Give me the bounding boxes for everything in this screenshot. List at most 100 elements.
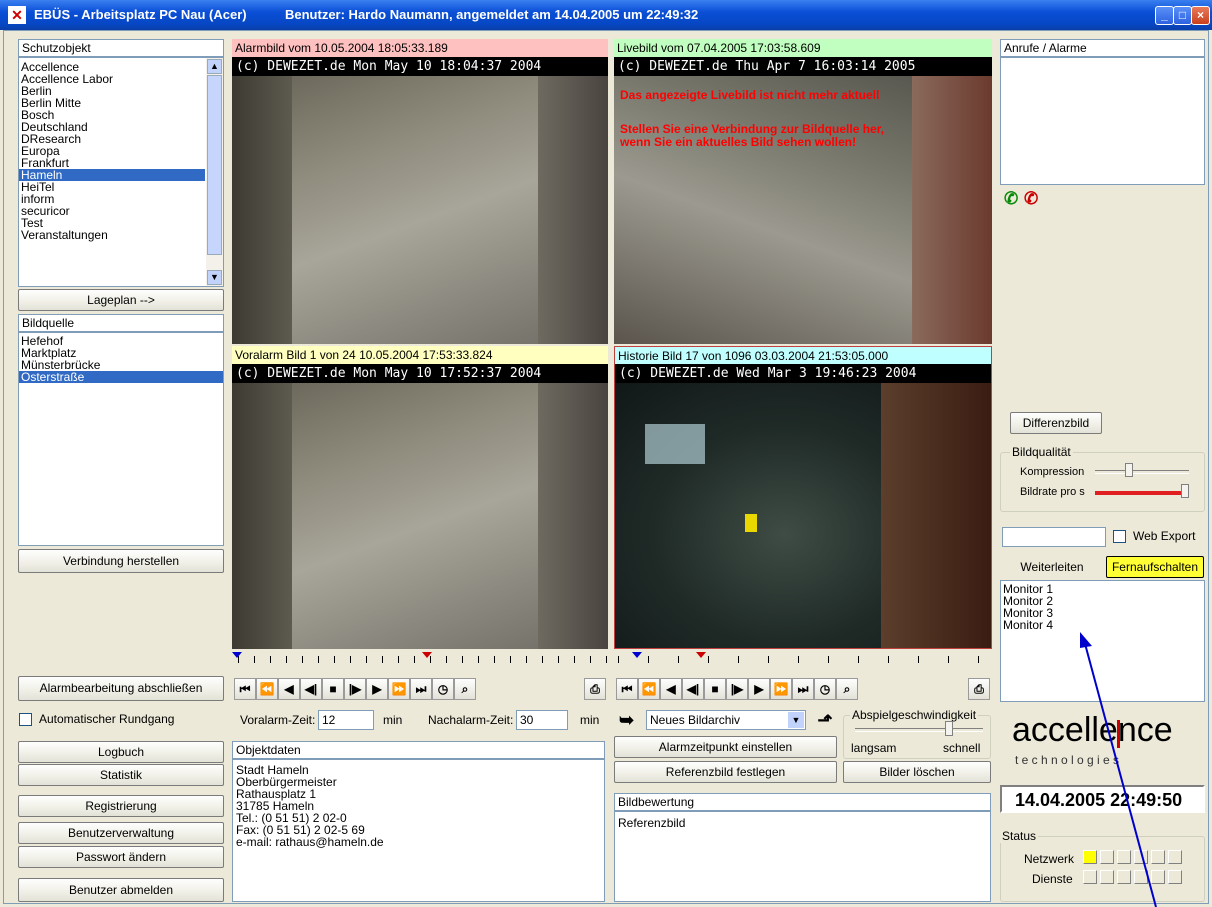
alarmzeitpunkt-button[interactable]: Alarmzeitpunkt einstellen (614, 736, 837, 758)
auto-rundgang-label: Automatischer Rundgang (39, 712, 175, 726)
alarm-camera-title: Alarmbild vom 10.05.2004 18:05:33.189 (232, 39, 608, 57)
nachalarm-label: Nachalarm-Zeit: (428, 713, 514, 727)
chevron-down-icon[interactable]: ▼ (788, 712, 804, 728)
prev-frame-icon[interactable]: ◀| (682, 678, 704, 700)
prev-frame-icon[interactable]: ◀| (300, 678, 322, 700)
alarm-camera-stamp: (c) DEWEZET.de Mon May 10 18:04:37 2004 (232, 57, 608, 76)
speed-slider-thumb[interactable] (945, 721, 953, 736)
fast-rewind-icon[interactable]: ⏪ (638, 678, 660, 700)
title-bar[interactable]: ✕ EBÜS - Arbeitsplatz PC Nau (Acer) Benu… (0, 0, 1212, 30)
kompression-slider-track[interactable] (1095, 470, 1189, 474)
building-right (912, 76, 992, 344)
speed-slider-track[interactable] (855, 728, 983, 732)
bilder-loeschen-button[interactable]: Bilder löschen (843, 761, 991, 783)
registrierung-button[interactable]: Registrierung (18, 795, 224, 817)
abmelden-button[interactable]: Benutzer abmelden (18, 878, 224, 902)
kompression-slider-thumb[interactable] (1125, 463, 1133, 477)
schutzobjekt-item[interactable]: Veranstaltungen (19, 229, 205, 241)
voralarm-input[interactable]: 12 (318, 710, 374, 730)
live-camera-stamp: (c) DEWEZET.de Thu Apr 7 16:03:14 2005 (614, 57, 992, 76)
fast-rewind-icon[interactable]: ⏪ (256, 678, 278, 700)
auto-rundgang-checkbox[interactable] (19, 713, 32, 726)
fast-forward-icon[interactable]: ⏩ (770, 678, 792, 700)
binoculars-icon[interactable]: ⌕ (454, 678, 476, 700)
clock-icon[interactable]: ◷ (432, 678, 454, 700)
annotation-arrow (1080, 632, 1157, 907)
differenzbild-button[interactable]: Differenzbild (1010, 412, 1102, 434)
objektdaten-text: Stadt Hameln Oberbürgermeister Rathausplat… (232, 759, 605, 902)
clock-icon[interactable]: ◷ (814, 678, 836, 700)
schutzobjekt-list[interactable]: Accellence Accellence Labor Berlin Berlin M… (18, 57, 224, 287)
archive-select[interactable]: Neues Bildarchiv ▼ (646, 710, 806, 730)
first-icon[interactable]: ⏮ (616, 678, 638, 700)
stop-icon[interactable]: ■ (704, 678, 726, 700)
anrufe-list[interactable] (1000, 57, 1205, 185)
verbindung-button[interactable]: Verbindung herstellen (18, 549, 224, 573)
play-icon[interactable]: ▶ (366, 678, 388, 700)
nachalarm-input[interactable]: 30 (516, 710, 568, 730)
app-icon: ✕ (8, 6, 26, 24)
building-right (538, 383, 608, 649)
referenzbild-button[interactable]: Referenzbild festlegen (614, 761, 837, 783)
live-warning-1: Das angezeigte Livebild ist nicht mehr a… (620, 88, 880, 102)
web-export-input[interactable] (1002, 527, 1106, 547)
speed-group-label: Abspielgeschwindigkeit (850, 708, 979, 722)
next-frame-icon[interactable]: |▶ (726, 678, 748, 700)
benutzerverwaltung-button[interactable]: Benutzerverwaltung (18, 822, 224, 844)
kompression-label: Kompression (1020, 466, 1085, 478)
first-icon[interactable]: ⏮ (234, 678, 256, 700)
fernaufschalten-button[interactable]: Fernaufschalten (1106, 556, 1204, 578)
bildrate-slider-thumb[interactable] (1181, 484, 1189, 498)
bildbewertung-field[interactable]: Referenzbild (614, 811, 991, 902)
objektdaten-line: e-mail: rathaus@hameln.de (236, 835, 384, 849)
statistik-button[interactable]: Statistik (18, 764, 224, 786)
schutzobjekt-item[interactable]: securicor (19, 205, 205, 217)
alarm-abschliessen-button[interactable]: Alarmbearbeitung abschließen (18, 676, 224, 701)
scroll-thumb[interactable] (207, 75, 222, 255)
bildquelle-header: Bildquelle (18, 314, 224, 332)
building-left (232, 383, 292, 649)
minimize-button[interactable]: _ (1155, 6, 1174, 25)
web-export-checkbox[interactable] (1113, 530, 1126, 543)
alarm-camera-image[interactable]: (c) DEWEZET.de Mon May 10 18:04:37 2004 (232, 57, 608, 344)
web-export-label: Web Export (1133, 529, 1196, 543)
list-scrollbar[interactable]: ▲ ▼ (206, 58, 223, 286)
timeline-alarm-marker (422, 652, 432, 658)
lageplan-button[interactable]: Lageplan --> (18, 289, 224, 311)
scroll-down-icon[interactable]: ▼ (207, 270, 222, 285)
speed-fast-label: schnell (943, 741, 981, 755)
scroll-up-icon[interactable]: ▲ (207, 59, 222, 74)
shop-light (645, 424, 705, 464)
voralarm-timeline[interactable] (232, 652, 608, 666)
voralarm-camera-image[interactable]: (c) DEWEZET.de Mon May 10 17:52:37 2004 (232, 364, 608, 649)
print-icon[interactable]: ⎙ (584, 678, 606, 700)
archive-up-arrow-icon[interactable]: ⬏ (812, 709, 838, 731)
objektdaten-header: Objektdaten (232, 741, 605, 759)
hangup-call-icon[interactable]: ✆ (1024, 190, 1042, 208)
accept-call-icon[interactable]: ✆ (1004, 190, 1022, 208)
speed-slow-label: langsam (851, 741, 897, 755)
live-camera-image[interactable]: (c) DEWEZET.de Thu Apr 7 16:03:14 2005 D… (614, 57, 992, 344)
last-icon[interactable]: ⏭ (410, 678, 432, 700)
historie-camera-image[interactable]: (c) DEWEZET.de Wed Mar 3 19:46:23 2004 (614, 364, 992, 649)
step-back-icon[interactable]: ◀ (660, 678, 682, 700)
fast-forward-icon[interactable]: ⏩ (388, 678, 410, 700)
last-icon[interactable]: ⏭ (792, 678, 814, 700)
logbuch-button[interactable]: Logbuch (18, 741, 224, 763)
play-icon[interactable]: ▶ (748, 678, 770, 700)
archive-arrow-icon[interactable]: ➥ (619, 709, 641, 731)
binoculars-icon[interactable]: ⌕ (836, 678, 858, 700)
next-frame-icon[interactable]: |▶ (344, 678, 366, 700)
weiterleiten-button[interactable]: Weiterleiten (1002, 556, 1102, 578)
maximize-button[interactable]: □ (1173, 6, 1192, 25)
close-button[interactable]: × (1191, 6, 1210, 25)
bildrate-slider-track[interactable] (1095, 491, 1189, 495)
bildquelle-item[interactable]: Osterstraße (19, 371, 223, 383)
voralarm-camera-title: Voralarm Bild 1 von 24 10.05.2004 17:53:… (232, 346, 608, 364)
print-icon[interactable]: ⎙ (968, 678, 990, 700)
bildquelle-list[interactable]: Hefehof Marktplatz Münsterbrücke Osterstraß… (18, 332, 224, 546)
historie-timeline[interactable] (614, 652, 992, 666)
step-back-icon[interactable]: ◀ (278, 678, 300, 700)
passwort-button[interactable]: Passwort ändern (18, 846, 224, 868)
stop-icon[interactable]: ■ (322, 678, 344, 700)
